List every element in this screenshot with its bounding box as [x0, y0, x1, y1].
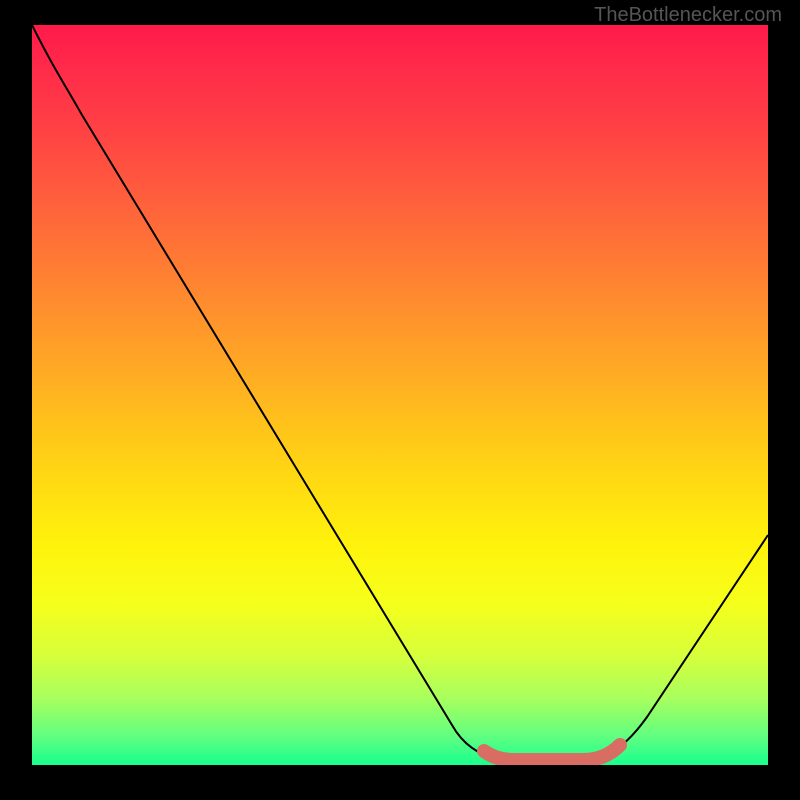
optimal-range-highlight: [484, 745, 620, 760]
chart-frame: [32, 25, 768, 765]
chart-svg: [32, 25, 768, 765]
watermark-text: TheBottlenecker.com: [594, 4, 782, 27]
bottleneck-curve: [32, 25, 768, 760]
